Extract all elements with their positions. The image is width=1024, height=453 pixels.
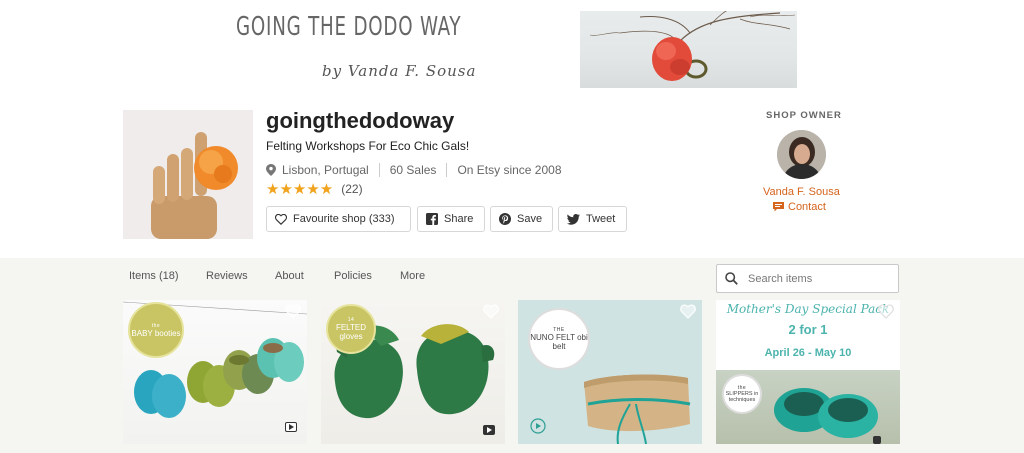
listing-card[interactable]: 14 FELTED gloves bbox=[321, 300, 505, 444]
favorite-heart-icon[interactable] bbox=[878, 304, 894, 320]
owner-avatar[interactable] bbox=[777, 130, 826, 179]
twitter-icon bbox=[567, 213, 580, 225]
search-box bbox=[716, 264, 899, 293]
review-count[interactable]: (22) bbox=[341, 182, 362, 196]
listing-badge: the SLIPPERS in techniques bbox=[722, 374, 762, 414]
pinterest-icon bbox=[499, 213, 511, 225]
save-button[interactable]: Save bbox=[490, 206, 553, 232]
tab-reviews[interactable]: Reviews bbox=[206, 270, 248, 282]
heart-icon bbox=[275, 213, 287, 225]
tab-more[interactable]: More bbox=[400, 270, 425, 282]
facebook-icon bbox=[426, 213, 438, 225]
listing-badge: 14 FELTED gloves bbox=[326, 304, 376, 354]
banner-subtitle: by Vanda F. Sousa bbox=[322, 62, 477, 80]
banner-image bbox=[580, 11, 797, 88]
shop-owner-heading: SHOP OWNER bbox=[766, 110, 842, 121]
tweet-label: Tweet bbox=[586, 213, 616, 225]
favourite-shop-label: Favourite shop (333) bbox=[293, 213, 395, 225]
rating-stars-icon: ★★★★★ bbox=[266, 181, 334, 198]
play-icon[interactable] bbox=[530, 418, 546, 434]
tweet-button[interactable]: Tweet bbox=[558, 206, 627, 232]
video-icon bbox=[873, 436, 881, 444]
shop-rating[interactable]: ★★★★★ (22) bbox=[266, 180, 363, 198]
contact-label: Contact bbox=[788, 201, 826, 213]
favorite-heart-icon[interactable] bbox=[285, 304, 301, 320]
badge-main-text: BABY booties bbox=[131, 328, 181, 338]
badge-main-text: SLIPPERS in techniques bbox=[725, 391, 759, 403]
listing-card[interactable]: the BABY booties bbox=[123, 300, 307, 444]
video-icon bbox=[285, 422, 297, 432]
search-icon[interactable] bbox=[725, 272, 738, 285]
listing-promo-dates: April 26 - May 10 bbox=[764, 347, 852, 359]
save-label: Save bbox=[517, 213, 543, 225]
shop-since: On Etsy since 2008 bbox=[457, 163, 562, 177]
message-icon bbox=[773, 202, 784, 212]
listing-card[interactable]: THE NUNO FELT obi belt bbox=[518, 300, 702, 444]
favorite-heart-icon[interactable] bbox=[680, 304, 696, 320]
shop-sales[interactable]: 60 Sales bbox=[390, 163, 437, 177]
shop-meta: Lisbon, Portugal 60 Sales On Etsy since … bbox=[266, 163, 562, 177]
divider bbox=[378, 163, 380, 177]
tab-about[interactable]: About bbox=[275, 270, 304, 282]
owner-name-link[interactable]: Vanda F. Sousa bbox=[763, 186, 840, 198]
banner-title: GOING THE DODO WAY bbox=[236, 12, 462, 42]
share-button[interactable]: Share bbox=[417, 206, 485, 232]
shop-location: Lisbon, Portugal bbox=[282, 163, 369, 177]
location-pin-icon bbox=[266, 164, 276, 176]
search-input[interactable] bbox=[746, 271, 886, 286]
tab-policies[interactable]: Policies bbox=[334, 270, 372, 282]
divider bbox=[446, 163, 448, 177]
badge-main-text: FELTED gloves bbox=[335, 323, 367, 341]
listing-promo-title: Mother's Day Special Pack bbox=[726, 302, 890, 316]
favourite-shop-button[interactable]: Favourite shop (333) bbox=[266, 206, 411, 232]
contact-owner-link[interactable]: Contact bbox=[773, 201, 826, 213]
video-icon bbox=[483, 425, 495, 435]
favorite-heart-icon[interactable] bbox=[483, 304, 499, 320]
shop-tagline: Felting Workshops For Eco Chic Gals! bbox=[266, 139, 470, 153]
listing-card[interactable]: Mother's Day Special Pack 2 for 1 April … bbox=[716, 300, 900, 444]
tab-items[interactable]: Items (18) bbox=[129, 270, 179, 282]
listing-badge: the BABY booties bbox=[128, 302, 184, 358]
badge-main-text: NUNO FELT obi belt bbox=[530, 333, 588, 351]
shop-icon-image bbox=[123, 110, 253, 239]
share-label: Share bbox=[444, 213, 474, 225]
listing-badge: THE NUNO FELT obi belt bbox=[528, 308, 590, 370]
shop-name: goingthedodoway bbox=[266, 108, 455, 133]
listing-promo-offer: 2 for 1 bbox=[788, 322, 828, 337]
shop-banner: GOING THE DODO WAY by Vanda F. Sousa bbox=[0, 0, 1024, 96]
